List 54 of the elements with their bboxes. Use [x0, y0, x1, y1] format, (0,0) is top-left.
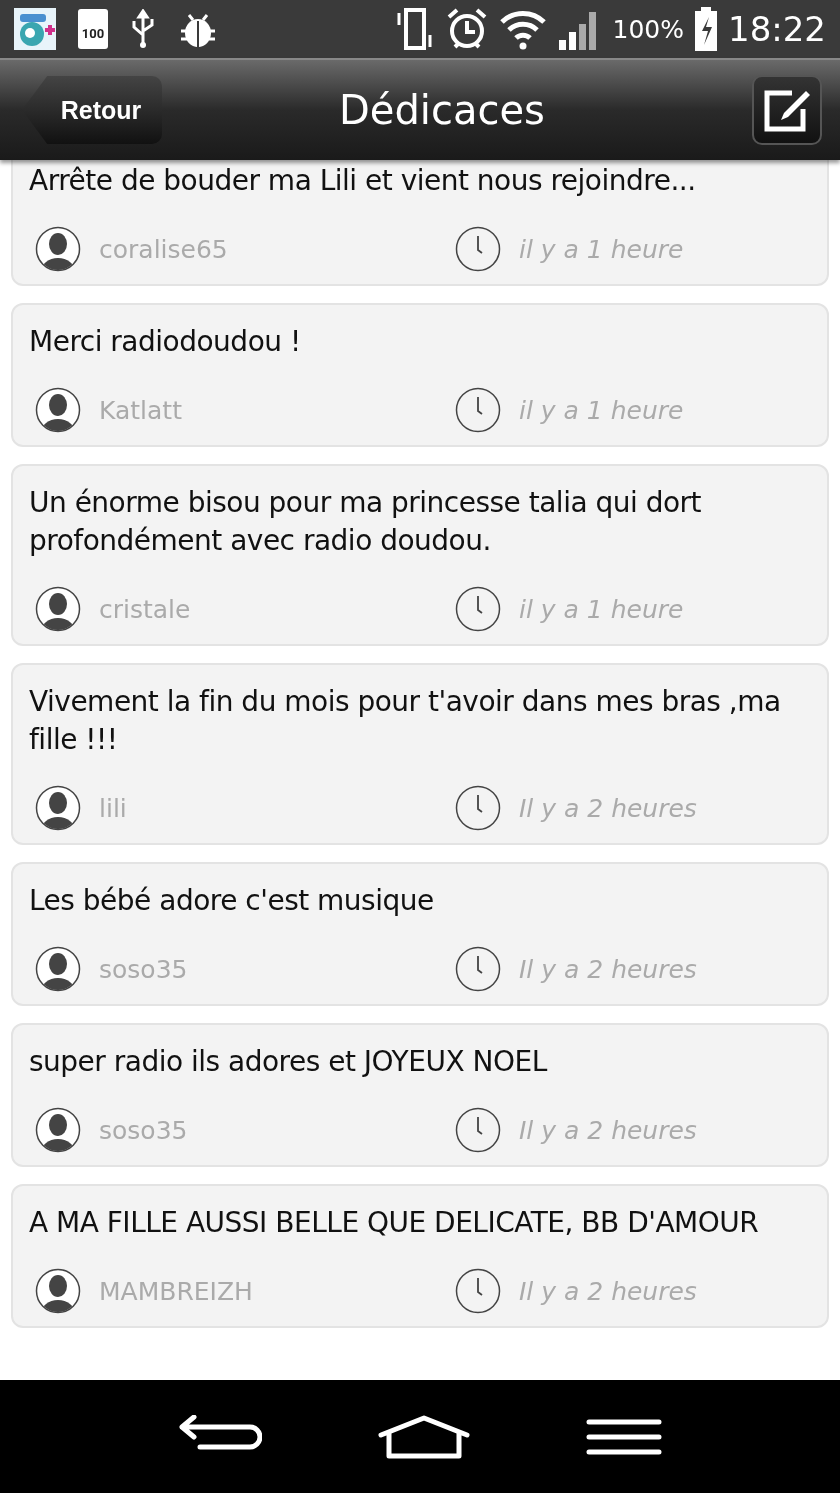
- dedication-message: Arrête de bouder ma Lili et vient nous rejoindre...: [29, 163, 697, 199]
- clock-icon: [455, 586, 501, 632]
- dedication-card[interactable]: Arrête de bouder ma Lili et vient nous rejoindre... coralise65 il y a 1 heure: [11, 160, 829, 286]
- avatar-icon: [35, 387, 81, 433]
- charging-battery-icon: [694, 7, 718, 51]
- dedication-card[interactable]: Vivement la fin du mois pour t'avoir dans mes bras ,ma fille !!! lili Il y a 2 heures: [11, 663, 829, 845]
- dedication-message: super radio ils adores et JOYEUX NOEL: [29, 1044, 549, 1080]
- avatar-icon: [35, 586, 81, 632]
- clock-icon: [455, 1268, 501, 1314]
- author-name: soso35: [99, 1115, 188, 1145]
- author-name: Katlatt: [99, 395, 182, 425]
- author-name: soso35: [99, 954, 188, 984]
- avatar-icon: [35, 785, 81, 831]
- clock-icon: [455, 785, 501, 831]
- author-name: coralise65: [99, 234, 228, 264]
- author-name: MAMBREIZH: [99, 1276, 253, 1306]
- dedication-message: Un énorme bisou pour ma princesse talia qui dort profondément avec radio doudou.: [29, 485, 703, 559]
- author-name: lili: [99, 793, 127, 823]
- clock-icon: [455, 946, 501, 992]
- home-icon: [378, 1414, 470, 1459]
- avatar-icon: [35, 946, 81, 992]
- dedication-message: Vivement la fin du mois pour t'avoir dans mes bras ,ma fille !!!: [29, 684, 782, 758]
- post-time: il y a 1 heure: [519, 234, 684, 264]
- post-time: Il y a 2 heures: [519, 1276, 697, 1306]
- home-nav-button[interactable]: [378, 1414, 470, 1459]
- author-name: cristale: [99, 594, 191, 624]
- dedication-card[interactable]: Les bébé adore c'est musique soso35 Il y a 2 heures: [11, 862, 829, 1006]
- post-time: Il y a 2 heures: [519, 1115, 697, 1145]
- usb-icon: [130, 9, 156, 49]
- clock-icon: [455, 1107, 501, 1153]
- wifi-icon: [498, 8, 547, 50]
- dedication-card[interactable]: Un énorme bisou pour ma princesse talia qui dort profondément avec radio doudou. cristale il y a 1 heure: [11, 464, 829, 646]
- dedication-message: Merci radiodoudou !: [29, 324, 302, 360]
- clock-time: 18:22: [728, 9, 826, 49]
- compose-button[interactable]: [752, 75, 822, 145]
- post-time: il y a 1 heure: [519, 594, 684, 624]
- avatar-icon: [35, 226, 81, 272]
- post-time: Il y a 2 heures: [519, 954, 697, 984]
- battery-percent: 100%: [612, 14, 684, 44]
- battery-notification: 100: [78, 9, 108, 49]
- post-time: Il y a 2 heures: [519, 793, 697, 823]
- avatar-icon: [35, 1107, 81, 1153]
- dedication-message: A MA FILLE AUSSI BELLE QUE DELICATE, BB D'AMOUR: [29, 1205, 760, 1241]
- dedication-card[interactable]: Merci radiodoudou ! Katlatt il y a 1 heure: [11, 303, 829, 447]
- dedication-card[interactable]: super radio ils adores et JOYEUX NOEL soso35 Il y a 2 heures: [11, 1023, 829, 1167]
- menu-icon: [586, 1417, 662, 1456]
- clock-icon: [455, 387, 501, 433]
- avatar-icon: [35, 1268, 81, 1314]
- post-time: il y a 1 heure: [519, 395, 684, 425]
- menu-nav-button[interactable]: [586, 1417, 662, 1456]
- app-logo-icon: [14, 8, 56, 50]
- dedication-message: Les bébé adore c'est musique: [29, 883, 435, 919]
- clock-icon: [455, 226, 501, 272]
- dedication-card[interactable]: A MA FILLE AUSSI BELLE QUE DELICATE, BB D'AMOUR MAMBREIZH Il y a 2 heures: [11, 1184, 829, 1328]
